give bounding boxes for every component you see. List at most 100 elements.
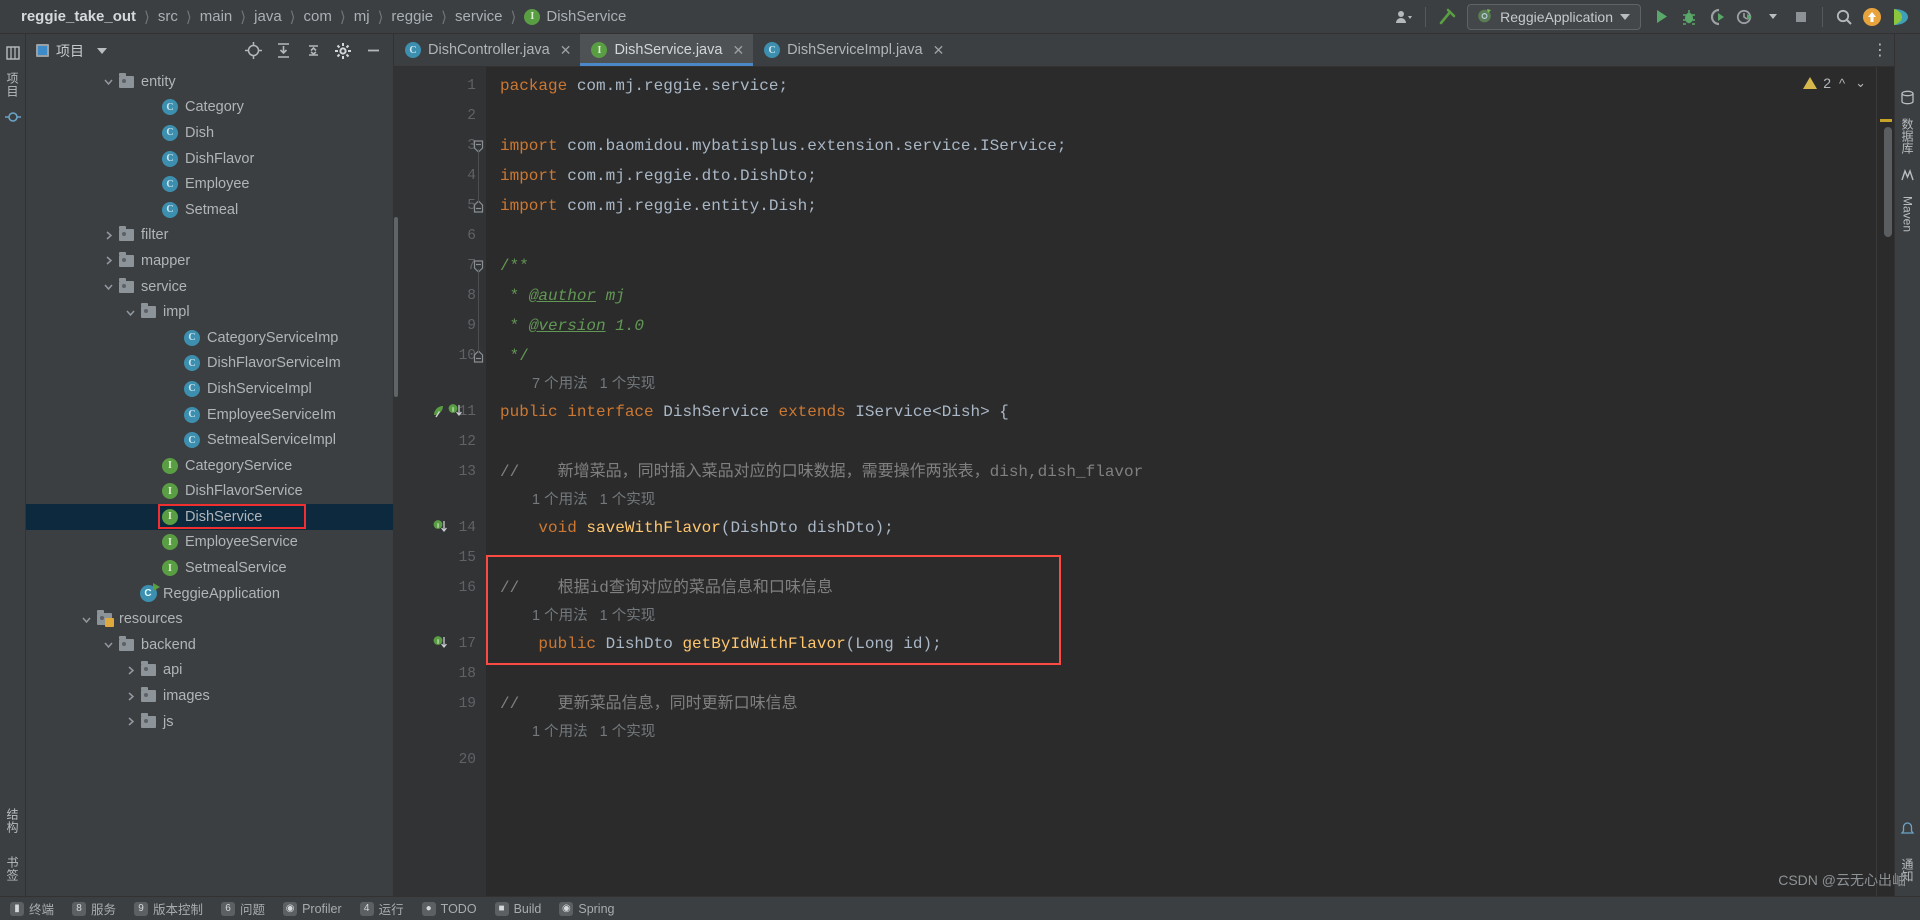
chevron-down-icon[interactable] bbox=[100, 639, 116, 650]
project-view-icon[interactable] bbox=[4, 44, 22, 62]
tree-item[interactable]: impl bbox=[26, 299, 393, 325]
chevron-down-icon[interactable] bbox=[122, 307, 138, 318]
status-item-version-control[interactable]: 9 版本控制 bbox=[134, 899, 203, 918]
chevron-right-icon[interactable] bbox=[100, 230, 116, 241]
project-tree[interactable]: entity C Category C Dish C DishFlavor C Employee… bbox=[26, 67, 393, 896]
code-line[interactable]: public DishDto getByIdWithFlavor(Long id… bbox=[500, 629, 941, 659]
tree-item[interactable]: C Employee bbox=[26, 171, 393, 197]
notifications-icon[interactable] bbox=[1899, 820, 1917, 838]
collapse-all-icon[interactable] bbox=[301, 40, 325, 62]
tree-item[interactable]: C Dish bbox=[26, 120, 393, 146]
breadcrumb-item-project[interactable]: reggie_take_out bbox=[14, 8, 143, 25]
code-line[interactable]: import com.mj.reggie.dto.DishDto; bbox=[500, 161, 817, 191]
expand-all-icon[interactable] bbox=[271, 40, 295, 62]
breadcrumb-item-main[interactable]: main bbox=[193, 8, 240, 25]
tree-item[interactable]: I SetmealService bbox=[26, 555, 393, 581]
tree-item[interactable]: resources bbox=[26, 606, 393, 632]
code-line[interactable]: * @version 1.0 bbox=[500, 311, 644, 341]
close-icon[interactable]: ✕ bbox=[732, 42, 744, 59]
tree-item[interactable]: service bbox=[26, 274, 393, 300]
scrollbar-thumb[interactable] bbox=[1884, 127, 1892, 237]
tab-dishserviceimpl[interactable]: C DishServiceImpl.java ✕ bbox=[753, 34, 953, 66]
tree-item[interactable]: C DishFlavorServiceIm bbox=[26, 351, 393, 377]
breadcrumb-item-com[interactable]: com bbox=[297, 8, 339, 25]
tree-item[interactable]: C DishServiceImpl bbox=[26, 376, 393, 402]
status-item-profiler[interactable]: ◉ Profiler bbox=[283, 901, 342, 916]
run-coverage-icon[interactable] bbox=[1703, 4, 1731, 30]
gutter-marker-group[interactable]: I bbox=[432, 397, 478, 427]
tree-item[interactable]: C Category bbox=[26, 95, 393, 121]
gutter-marker-group[interactable]: I bbox=[432, 629, 478, 659]
inlay-usage-hint[interactable]: 1 个用法 1 个实现 bbox=[500, 487, 655, 513]
ide-feature-icon[interactable] bbox=[1886, 4, 1914, 30]
tree-item[interactable]: C DishFlavor bbox=[26, 146, 393, 172]
inspection-widget[interactable]: 2 ^ ⌄ bbox=[1803, 75, 1868, 91]
status-item-services[interactable]: 8 服务 bbox=[72, 899, 116, 918]
rail-tab-structure[interactable]: 结构 bbox=[2, 802, 23, 840]
breadcrumb-item-reggie[interactable]: reggie bbox=[384, 8, 440, 25]
code-line[interactable]: package com.mj.reggie.service; bbox=[500, 71, 788, 101]
hide-panel-icon[interactable] bbox=[361, 40, 385, 62]
tree-item-selected[interactable]: I DishService bbox=[26, 504, 393, 530]
code-line[interactable]: // 根据id查询对应的菜品信息和口味信息 bbox=[500, 573, 833, 603]
code-line[interactable]: public interface DishService extends ISe… bbox=[500, 397, 1009, 427]
gutter-marker-group[interactable]: I bbox=[432, 513, 478, 543]
tree-item[interactable]: entity bbox=[26, 69, 393, 95]
tree-item[interactable]: I DishFlavorService bbox=[26, 479, 393, 505]
locate-icon[interactable] bbox=[241, 40, 265, 62]
breadcrumb-item-service[interactable]: service bbox=[448, 8, 510, 25]
user-dropdown-icon[interactable] bbox=[1390, 4, 1418, 30]
run-icon[interactable] bbox=[1647, 4, 1675, 30]
rail-tab-project[interactable]: 项目 bbox=[2, 66, 23, 104]
chevron-right-icon[interactable] bbox=[122, 716, 138, 727]
status-item-problems[interactable]: 6 问题 bbox=[221, 899, 265, 918]
stop-icon[interactable] bbox=[1787, 4, 1815, 30]
close-icon[interactable]: ✕ bbox=[560, 42, 572, 59]
code-line[interactable]: // 更新菜品信息，同时更新口味信息 bbox=[500, 689, 798, 719]
chevron-down-icon[interactable] bbox=[78, 614, 94, 625]
database-icon[interactable] bbox=[1899, 88, 1917, 106]
status-item-terminal[interactable]: ▮ 终端 bbox=[10, 899, 54, 918]
chevron-down-icon[interactable] bbox=[100, 281, 116, 292]
inlay-usage-hint[interactable]: 1 个用法 1 个实现 bbox=[500, 603, 655, 629]
rail-tab-database[interactable]: 数据库 bbox=[1897, 110, 1918, 162]
code-line[interactable]: import com.baomidou.mybatisplus.extensio… bbox=[500, 131, 1067, 161]
inlay-usage-hint[interactable]: 1 个用法 1 个实现 bbox=[500, 719, 655, 745]
code-line[interactable]: import com.mj.reggie.entity.Dish; bbox=[500, 191, 817, 221]
inspection-scrollbar[interactable] bbox=[1876, 67, 1894, 896]
profiler-dropdown-icon[interactable] bbox=[1759, 4, 1787, 30]
tree-item[interactable]: api bbox=[26, 658, 393, 684]
profiler-icon[interactable] bbox=[1731, 4, 1759, 30]
warning-marker[interactable] bbox=[1880, 119, 1892, 122]
tree-item[interactable]: backend bbox=[26, 632, 393, 658]
chevron-right-icon[interactable] bbox=[100, 255, 116, 266]
chevron-right-icon[interactable] bbox=[122, 691, 138, 702]
editor-code[interactable]: package com.mj.reggie.service; import com… bbox=[486, 67, 1876, 896]
run-configuration-selector[interactable]: ReggieApplication bbox=[1467, 3, 1641, 30]
rail-tab-bookmarks[interactable]: 书签 bbox=[2, 850, 23, 888]
maven-icon[interactable] bbox=[1899, 166, 1917, 184]
code-line[interactable]: // 新增菜品，同时插入菜品对应的口味数据，需要操作两张表，dish,dish_… bbox=[500, 457, 1143, 487]
editor-scrollbar-thumb[interactable] bbox=[394, 217, 398, 397]
status-item-build[interactable]: ■ Build bbox=[494, 901, 541, 916]
inlay-usage-hint[interactable]: 7 个用法 1 个实现 bbox=[500, 371, 655, 397]
previous-problem-icon[interactable]: ^ bbox=[1837, 76, 1847, 91]
project-panel-title[interactable]: 项目 bbox=[36, 41, 84, 61]
tree-item[interactable]: I EmployeeService bbox=[26, 530, 393, 556]
next-problem-icon[interactable]: ⌄ bbox=[1853, 75, 1868, 91]
tab-dishservice[interactable]: I DishService.java ✕ bbox=[580, 34, 754, 66]
search-icon[interactable] bbox=[1830, 4, 1858, 30]
breadcrumb-item-dishservice[interactable]: I DishService bbox=[517, 8, 633, 25]
editor-gutter[interactable]: 1 2 3 4 5 6 7 8 9 10 11 I 12 13 14 I 15 16 17 I 18 19 20 bbox=[394, 67, 486, 896]
editor-body[interactable]: 1 2 3 4 5 6 7 8 9 10 11 I 12 13 14 I 15 16 17 I 18 19 20 packa… bbox=[394, 67, 1894, 896]
breadcrumb-item-java[interactable]: java bbox=[247, 8, 289, 25]
tree-item[interactable]: C EmployeeServiceIm bbox=[26, 402, 393, 428]
chevron-down-icon[interactable] bbox=[100, 76, 116, 87]
code-line[interactable]: */ bbox=[500, 341, 529, 371]
code-line[interactable]: * @author mj bbox=[500, 281, 625, 311]
code-line[interactable]: /** bbox=[500, 251, 529, 281]
settings-gear-icon[interactable] bbox=[331, 40, 355, 62]
tree-item[interactable]: js bbox=[26, 709, 393, 735]
status-item-todo[interactable]: ● TODO bbox=[421, 901, 477, 916]
tree-item[interactable]: C ReggieApplication bbox=[26, 581, 393, 607]
